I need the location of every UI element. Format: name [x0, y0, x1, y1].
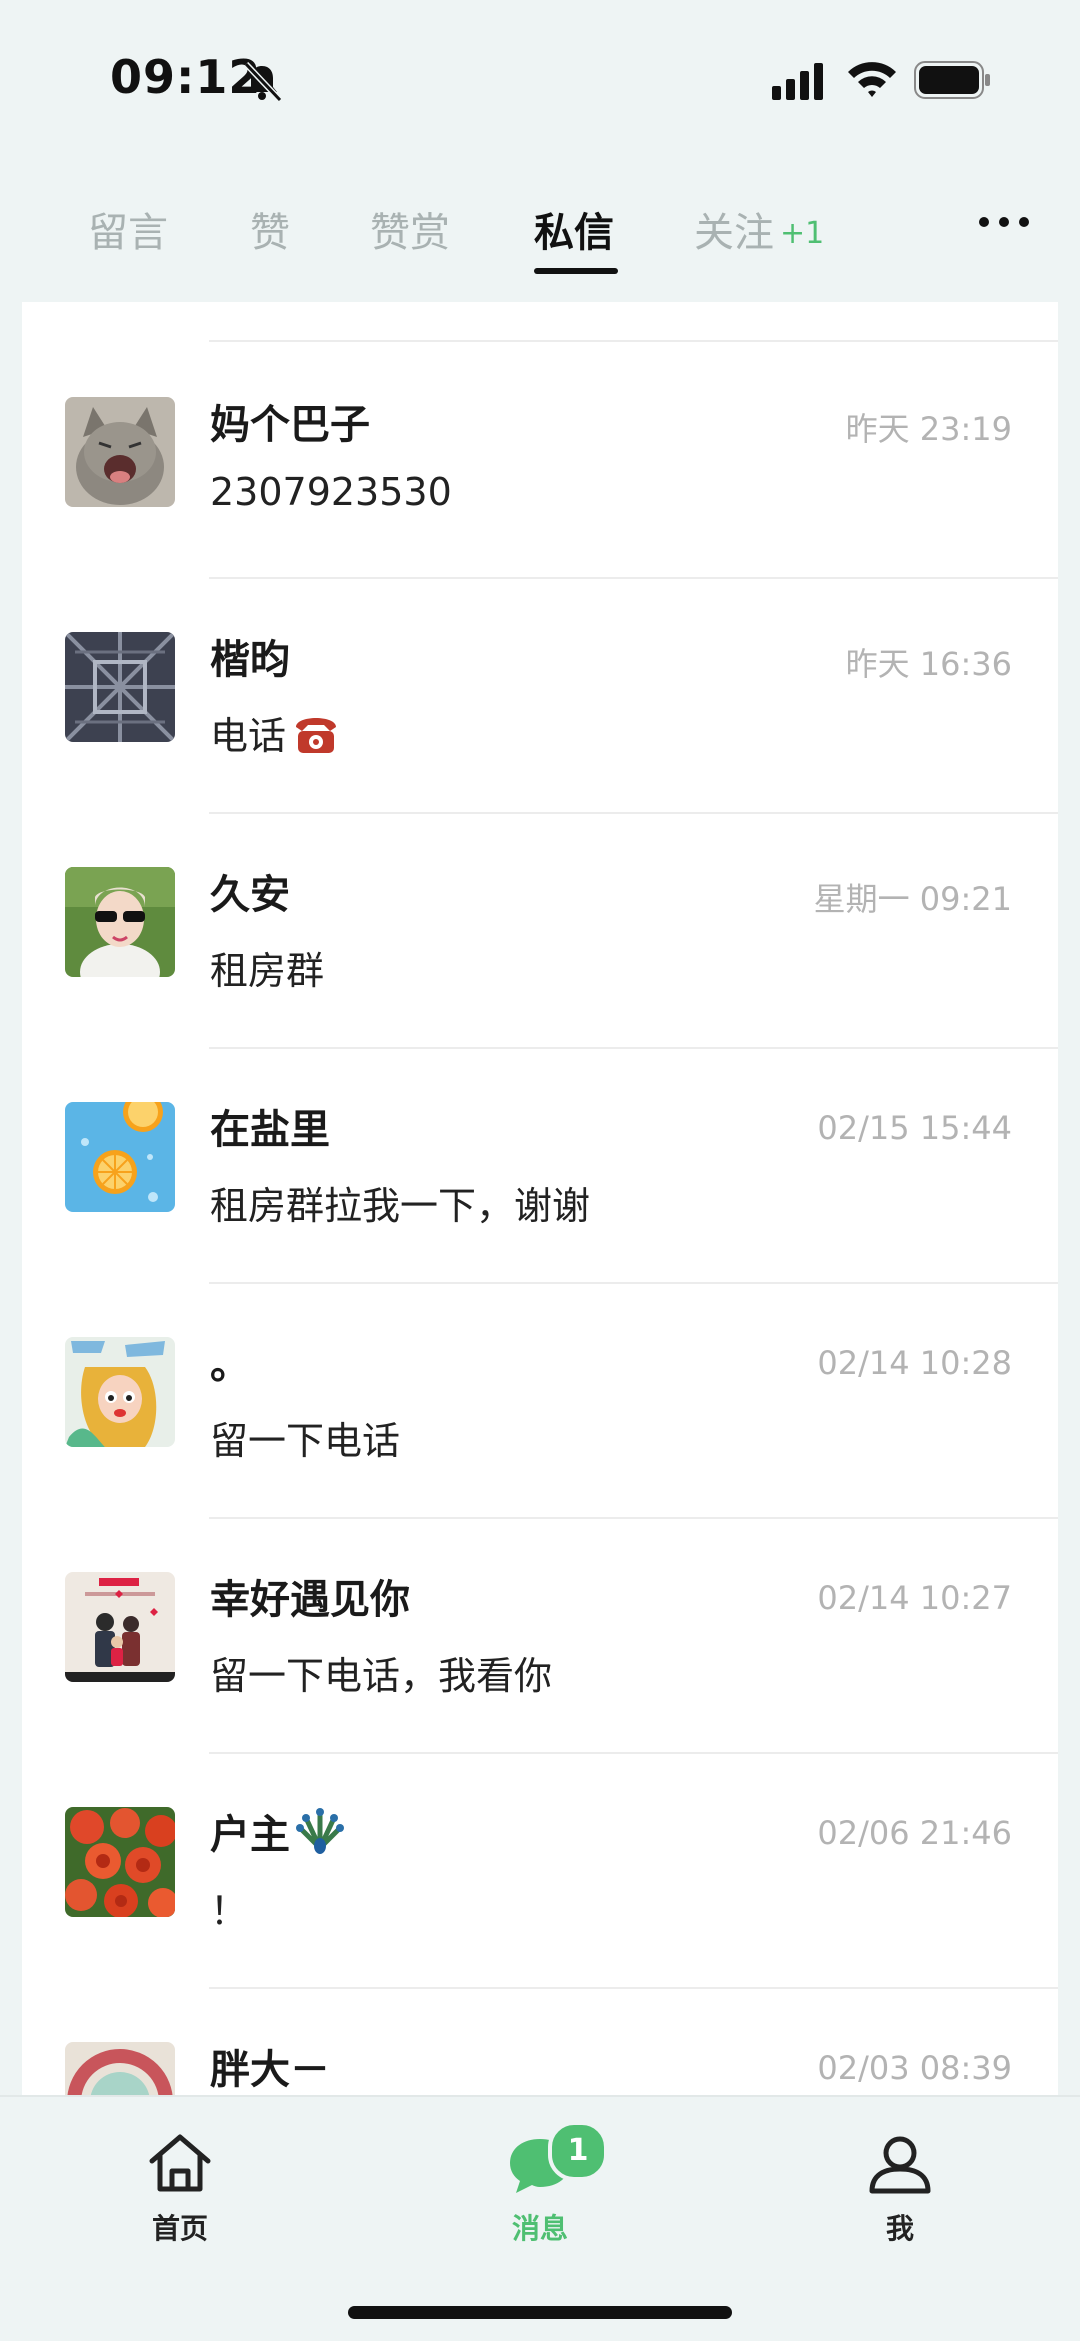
- nav-messages[interactable]: 1 消息: [460, 2121, 620, 2247]
- message-row[interactable]: 楷昀 昨天 16:36 电话: [22, 577, 1058, 812]
- tab-likes[interactable]: 赞: [250, 200, 290, 258]
- divider: [209, 812, 1058, 814]
- sender-name: 楷昀: [210, 637, 290, 683]
- message-row[interactable]: 妈个巴子 昨天 23:19 2307923530: [22, 342, 1058, 577]
- message-time: 昨天 16:36: [845, 645, 1012, 683]
- message-preview: 租房群拉我一下，谢谢: [210, 1184, 591, 1228]
- telephone-emoji-icon: [296, 718, 337, 753]
- ring-avatar[interactable]: [65, 2042, 175, 2102]
- message-preview: ！: [210, 1889, 249, 1933]
- message-time: 02/14 10:27: [817, 1579, 1012, 1617]
- sender-name: 在盐里: [210, 1107, 330, 1153]
- message-preview: 留一下电话: [210, 1419, 401, 1463]
- message-time: 星期一 09:21: [813, 880, 1012, 918]
- message-time: 02/15 15:44: [817, 1109, 1012, 1147]
- active-tab-indicator: [534, 268, 618, 274]
- status-bar: 09:12: [0, 0, 1080, 160]
- family-poster-avatar[interactable]: [65, 1572, 175, 1682]
- nav-me-label: 我: [885, 2212, 914, 2245]
- message-time: 昨天 23:19: [845, 410, 1012, 448]
- sender-name: 妈个巴子: [210, 402, 370, 448]
- message-preview: 留一下电话，我看你: [210, 1654, 553, 1698]
- sender-name: 久安: [210, 872, 290, 918]
- cellular-signal-icon: [772, 63, 823, 100]
- home-icon: [149, 2134, 211, 2192]
- message-time: 02/06 21:46: [817, 1814, 1012, 1852]
- message-row[interactable]: 户主 02/06 21:46 ！: [22, 1752, 1058, 1987]
- red-roses-avatar[interactable]: [65, 1807, 175, 1917]
- unread-badge: 1: [548, 2121, 608, 2181]
- girl-sunglasses-avatar[interactable]: [65, 867, 175, 977]
- divider: [209, 1752, 1058, 1754]
- nav-home[interactable]: 首页: [100, 2127, 260, 2247]
- message-preview: 2307923530: [210, 470, 452, 514]
- nav-messages-label: 消息: [511, 2212, 568, 2245]
- divider: [209, 1047, 1058, 1049]
- message-preview: 租房群: [210, 949, 325, 993]
- steel-tower-avatar[interactable]: [65, 632, 175, 742]
- sender-name: 。: [210, 1342, 250, 1388]
- message-preview: 电话: [210, 705, 342, 760]
- message-time: 02/14 10:28: [817, 1344, 1012, 1382]
- sender-name: 胖大－: [210, 2047, 330, 2093]
- divider: [209, 1282, 1058, 1284]
- tab-tips[interactable]: 赞赏: [370, 200, 450, 258]
- message-row[interactable]: 幸好遇见你 02/14 10:27 留一下电话，我看你: [22, 1517, 1058, 1752]
- sender-name: 户主: [210, 1802, 346, 1860]
- tab-private-messages[interactable]: 私信: [534, 200, 614, 258]
- follows-badge: +1: [780, 216, 825, 251]
- sender-name: 幸好遇见你: [210, 1577, 410, 1623]
- message-row[interactable]: 。 02/14 10:28 留一下电话: [22, 1282, 1058, 1517]
- cat-avatar[interactable]: [65, 397, 175, 507]
- wifi-icon: [848, 62, 896, 97]
- bell-mute-icon: [243, 61, 283, 103]
- message-list: 妈个巴子 昨天 23:19 2307923530 楷昀 昨天 16:36 电话: [22, 302, 1058, 2102]
- status-time: 09:12: [110, 50, 262, 104]
- message-row[interactable]: 在盐里 02/15 15:44 租房群拉我一下，谢谢: [22, 1047, 1058, 1282]
- nav-home-label: 首页: [151, 2212, 208, 2245]
- more-options-icon[interactable]: [976, 210, 1032, 234]
- divider: [209, 577, 1058, 579]
- message-row[interactable]: 久安 星期一 09:21 租房群: [22, 812, 1058, 1047]
- screen: 09:12 留言 赞 赞赏 私信 关注 +1 妈个巴子 昨天 23:19 230…: [0, 0, 1080, 2341]
- message-time: 02/03 08:39: [817, 2049, 1012, 2087]
- battery-icon: [914, 61, 990, 99]
- bottom-nav: 首页 1 消息 我: [0, 2095, 1080, 2341]
- tab-comments[interactable]: 留言: [88, 200, 168, 258]
- nav-me[interactable]: 我: [820, 2127, 980, 2247]
- peacock-emoji-icon: [296, 1808, 344, 1854]
- person-icon: [869, 2136, 931, 2194]
- divider: [209, 1517, 1058, 1519]
- tab-bar: 留言 赞 赞赏 私信 关注 +1: [0, 190, 1080, 290]
- home-indicator[interactable]: [348, 2306, 732, 2319]
- cartoon-girl-avatar[interactable]: [65, 1337, 175, 1447]
- orange-slices-avatar[interactable]: [65, 1102, 175, 1212]
- message-row[interactable]: 胖大－ 02/03 08:39: [22, 1987, 1058, 2102]
- divider: [209, 1987, 1058, 1989]
- tab-follows[interactable]: 关注 +1: [694, 200, 824, 258]
